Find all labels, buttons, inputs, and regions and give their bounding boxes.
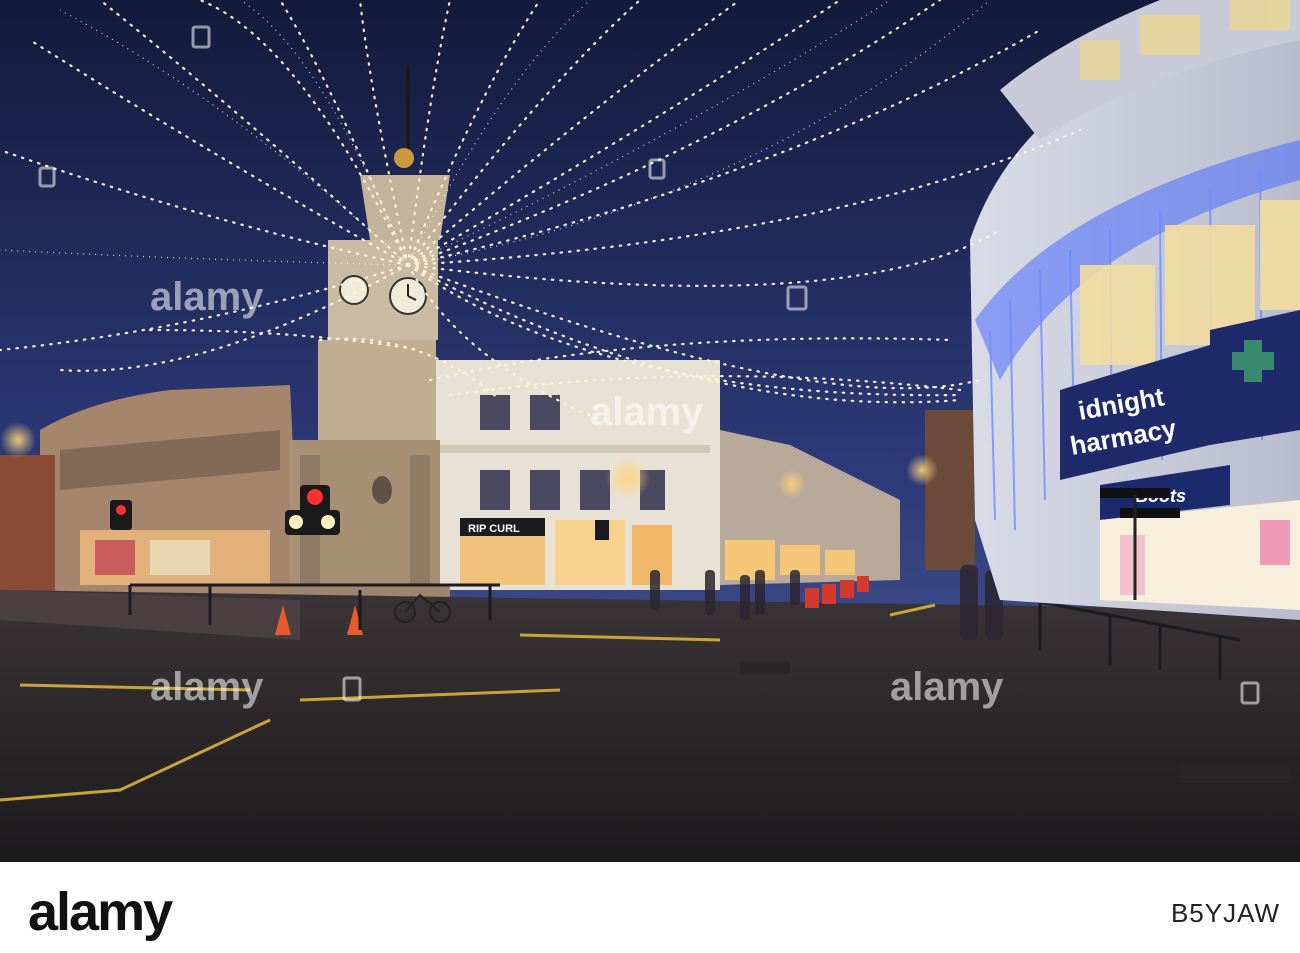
footer-bar: alamy B5YJAW xyxy=(0,862,1300,953)
clock-face-left xyxy=(339,275,369,305)
image-id: B5YJAW xyxy=(1170,898,1280,928)
far-left-building xyxy=(0,455,55,595)
svg-text:alamy: alamy xyxy=(890,665,1004,709)
street-photo: RIP CURL idnight harmacy alamy alamy ala… xyxy=(0,0,1300,862)
svg-text:alamy: alamy xyxy=(150,275,264,319)
svg-text:alamy: alamy xyxy=(590,390,704,434)
shop-sign: RIP CURL xyxy=(468,523,520,535)
svg-text:alamy: alamy xyxy=(150,665,264,709)
svg-text:alamy: alamy xyxy=(28,882,173,942)
alamy-logo: alamy xyxy=(28,882,175,942)
